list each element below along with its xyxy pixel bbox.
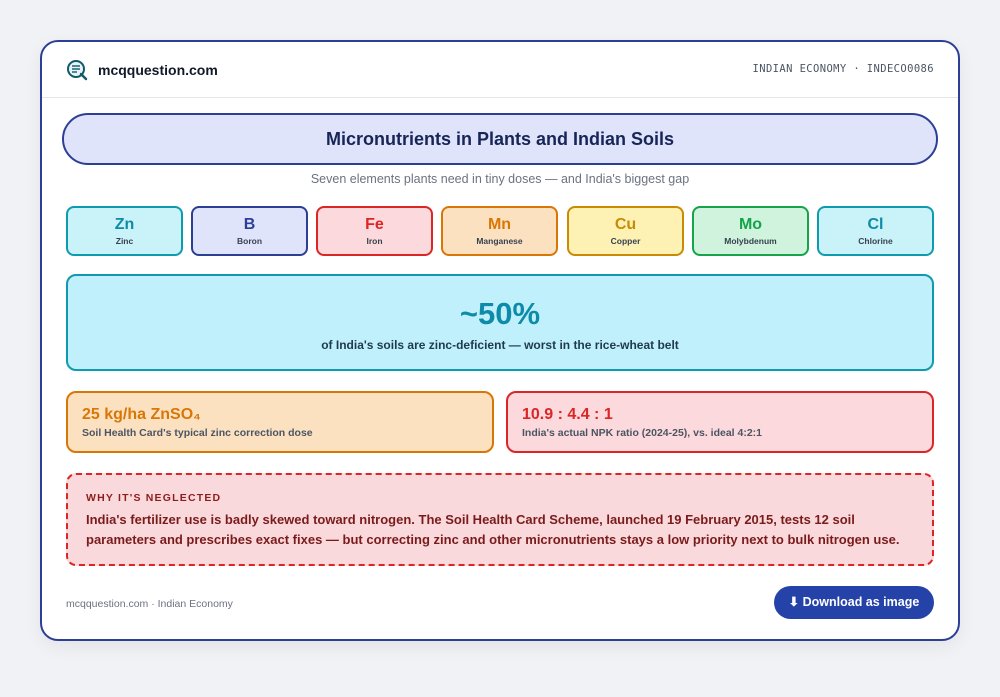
element-tile-molybdenum: Mo Molybdenum [692, 206, 809, 256]
element-name: Zinc [115, 236, 134, 246]
element-tile-copper: Cu Copper [567, 206, 684, 256]
stat-value: 25 kg/ha ZnSO₄ [82, 406, 201, 423]
highlight-caption: of India's soils are zinc-deficient — wo… [321, 338, 679, 352]
element-name: Manganese [476, 236, 523, 246]
topic-code: INDIAN ECONOMY · INDECO0086 [752, 63, 934, 75]
element-name: Chlorine [858, 236, 893, 246]
element-symbol: Fe [365, 216, 384, 233]
stat-caption: India's actual NPK ratio (2024-25), vs. … [522, 427, 763, 439]
element-symbol: Zn [114, 216, 135, 233]
element-tile-manganese: Mn Manganese [441, 206, 558, 256]
element-symbol: Mo [738, 216, 763, 233]
element-name: Iron [366, 236, 383, 246]
why-neglected-callout: WHY IT'S NEGLECTED India's fertilizer us… [66, 473, 934, 566]
infographic-card: mcqquestion.com INDIAN ECONOMY · INDECO0… [40, 40, 960, 641]
element-row: Zn Zinc B Boron Fe Iron Mn Manganese Cu … [66, 206, 934, 256]
stat-caption: Soil Health Card's typical zinc correcti… [82, 427, 313, 439]
header-bar: mcqquestion.com INDIAN ECONOMY · INDECO0… [42, 42, 958, 98]
stat-card-npk-ratio: 10.9 : 4.4 : 1 India's actual NPK ratio … [506, 391, 934, 453]
element-name: Molybdenum [724, 236, 777, 246]
stat-card-zinc-dose: 25 kg/ha ZnSO₄ Soil Health Card's typica… [66, 391, 494, 453]
callout-heading: WHY IT'S NEGLECTED [86, 492, 222, 504]
callout-text: India's fertilizer use is badly skewed t… [86, 512, 900, 547]
element-symbol: Mn [487, 216, 512, 233]
element-name: Copper [610, 236, 641, 246]
stat-value: 10.9 : 4.4 : 1 [522, 406, 613, 423]
download-button[interactable]: ⬇ Download as image [774, 586, 934, 619]
element-name: Boron [236, 236, 263, 246]
element-symbol: B [243, 216, 256, 233]
page-title: Micronutrients in Plants and Indian Soil… [62, 113, 938, 165]
element-tile-chlorine: Cl Chlorine [817, 206, 934, 256]
element-symbol: Cl [867, 216, 884, 233]
highlight-value: ~50% [459, 296, 541, 331]
element-tile-zinc: Zn Zinc [66, 206, 183, 256]
footer-text: mcqquestion.com · Indian Economy [66, 598, 233, 610]
zinc-deficiency-highlight: ~50% of India's soils are zinc-deficient… [66, 274, 934, 371]
element-tile-boron: B Boron [191, 206, 308, 256]
element-symbol: Cu [614, 216, 637, 233]
element-tile-iron: Fe Iron [316, 206, 433, 256]
page-subtitle: Seven elements plants need in tiny doses… [310, 172, 690, 186]
brand-name: mcqquestion.com [98, 62, 218, 78]
logo-icon [67, 60, 88, 81]
